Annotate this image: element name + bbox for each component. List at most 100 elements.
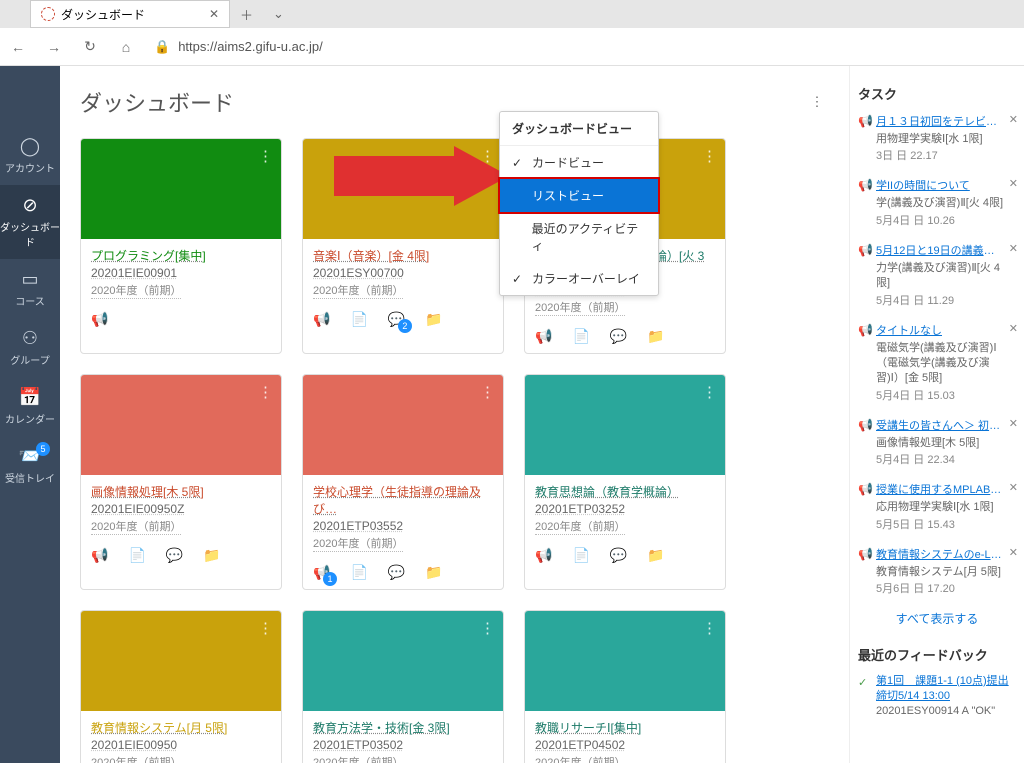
- menu-item-label: リストビュー: [532, 187, 604, 204]
- card-menu-button[interactable]: ⋮: [702, 619, 717, 637]
- home-button[interactable]: ⌂: [108, 29, 144, 65]
- card-colorband: ⋮: [525, 375, 725, 475]
- dismiss-icon[interactable]: ✕: [1009, 177, 1018, 190]
- tab-close-icon[interactable]: ✕: [209, 7, 219, 21]
- reload-button[interactable]: ↻: [72, 29, 108, 65]
- menu-item-3[interactable]: ✓ カラーオーバーレイ: [500, 262, 658, 295]
- files-icon[interactable]: 📁: [647, 547, 664, 564]
- tabs-chevron-icon[interactable]: ⌄: [263, 6, 294, 22]
- feedback-link[interactable]: 第1回 課題1-1 (10点)提出締切5/14 13:00: [876, 674, 1016, 705]
- sidenav-item-5[interactable]: 📨 受信トレイ 5: [0, 436, 60, 495]
- card-term: 2020年度（前期）: [535, 518, 625, 535]
- sidenav-item-1[interactable]: ⊘ ダッシュボード: [0, 185, 60, 259]
- url-box[interactable]: 🔒 https://aims2.gifu-u.ac.jp/: [154, 39, 1024, 55]
- announce-icon: 📢: [858, 178, 873, 192]
- card-title[interactable]: 学校心理学（生徒指導の理論及び…: [313, 483, 493, 517]
- assignment-icon[interactable]: 📄: [350, 564, 367, 581]
- card-code[interactable]: 20201ETP03252: [535, 502, 715, 516]
- card-menu-button[interactable]: ⋮: [702, 383, 717, 401]
- dismiss-icon[interactable]: ✕: [1009, 113, 1018, 126]
- card-code[interactable]: 20201ESY00700: [313, 266, 493, 280]
- card-code[interactable]: 20201ETP04502: [535, 738, 715, 752]
- course-card: ⋮ 画像情報処理[木 5限] 20201EIE00950Z 2020年度（前期）…: [80, 374, 282, 590]
- card-title[interactable]: 音楽Ⅰ（音楽）[金 4限]: [313, 247, 493, 264]
- card-code[interactable]: 20201EIE00950Z: [91, 502, 271, 516]
- card-title[interactable]: 教職リサーチⅠ[集中]: [535, 719, 715, 736]
- sidenav-item-4[interactable]: 📅 カレンダー: [0, 377, 60, 436]
- menu-item-0[interactable]: ✓ カードビュー: [500, 146, 658, 179]
- card-actions: 📢 📄 💬 📁: [525, 539, 725, 572]
- course-card: ⋮ 教育思想論（教育学概論） 20201ETP03252 2020年度（前期） …: [524, 374, 726, 590]
- announce-icon[interactable]: 📢: [91, 311, 108, 328]
- card-title[interactable]: プログラミング[集中]: [91, 247, 271, 264]
- card-colorband: ⋮: [525, 611, 725, 711]
- task-link[interactable]: 5月12日と19日の講義につ…: [876, 242, 1004, 258]
- sidenav-icon: ◯: [0, 136, 60, 157]
- card-menu-button[interactable]: ⋮: [258, 619, 273, 637]
- new-tab-button[interactable]: ＋: [230, 5, 263, 24]
- discussion-icon[interactable]: 💬: [388, 564, 405, 581]
- card-code[interactable]: 20201ETP03502: [313, 738, 493, 752]
- files-icon[interactable]: 📁: [425, 564, 442, 581]
- sidenav-item-3[interactable]: ⚇ グループ: [0, 318, 60, 377]
- assignment-icon[interactable]: 📄: [350, 311, 367, 328]
- task-link[interactable]: 授業に使用するMPLABとx…: [876, 481, 1004, 497]
- discussion-icon[interactable]: 💬2: [388, 311, 405, 328]
- card-title[interactable]: 画像情報処理[木 5限]: [91, 483, 271, 500]
- sidenav-item-2[interactable]: ▭ コース: [0, 259, 60, 318]
- card-colorband: ⋮: [81, 375, 281, 475]
- browser-tab[interactable]: ダッシュボード ✕: [30, 0, 230, 28]
- card-title[interactable]: 教育思想論（教育学概論）: [535, 483, 715, 500]
- dashboard-menu-button[interactable]: ⋮: [805, 90, 829, 114]
- card-term: 2020年度（前期）: [91, 282, 181, 299]
- dismiss-icon[interactable]: ✕: [1009, 417, 1018, 430]
- files-icon[interactable]: 📁: [425, 311, 442, 328]
- card-title[interactable]: 教育情報システム[月 5限]: [91, 719, 271, 736]
- sidenav-item-0[interactable]: ◯ アカウント: [0, 126, 60, 185]
- announce-icon[interactable]: 📢1: [313, 564, 330, 581]
- card-code[interactable]: 20201ETP03552: [313, 519, 493, 533]
- task-link[interactable]: 学IIの時間について: [876, 177, 1004, 193]
- files-icon[interactable]: 📁: [203, 547, 220, 564]
- assignment-icon[interactable]: 📄: [572, 547, 589, 564]
- assignment-icon[interactable]: 📄: [128, 547, 145, 564]
- announce-icon[interactable]: 📢: [535, 547, 552, 564]
- card-menu-button[interactable]: ⋮: [480, 619, 495, 637]
- menu-item-1[interactable]: リストビュー: [500, 179, 658, 212]
- task-link[interactable]: 月１３日初回をテレビ会…: [876, 113, 1004, 129]
- tab-title: ダッシュボード: [61, 6, 145, 23]
- card-title[interactable]: 教育方法学・技術[金 3限]: [313, 719, 493, 736]
- card-menu-button[interactable]: ⋮: [258, 383, 273, 401]
- assignment-icon[interactable]: 📄: [572, 328, 589, 345]
- files-icon[interactable]: 📁: [647, 328, 664, 345]
- task-time: 5月5日 日 15.43: [876, 519, 955, 531]
- back-button[interactable]: ←: [0, 29, 36, 65]
- dashboard-view-menu: ダッシュボードビュー ✓ カードビュー リストビュー 最近のアクティビティ ✓ …: [499, 111, 659, 296]
- card-code[interactable]: 20201EIE00901: [91, 266, 271, 280]
- sidenav-icon: 📅: [0, 387, 60, 408]
- task-meta: 教育情報システム[月 5限]: [876, 565, 1004, 580]
- announce-icon[interactable]: 📢: [91, 547, 108, 564]
- forward-button[interactable]: →: [36, 29, 72, 65]
- dismiss-icon[interactable]: ✕: [1009, 481, 1018, 494]
- announce-icon[interactable]: 📢: [313, 311, 330, 328]
- task-link[interactable]: 教育情報システムのe-Lear…: [876, 546, 1004, 562]
- card-menu-button[interactable]: ⋮: [480, 383, 495, 401]
- menu-item-2[interactable]: 最近のアクティビティ: [500, 212, 658, 262]
- card-code[interactable]: 20201EIE00950: [91, 738, 271, 752]
- show-all-link[interactable]: すべて表示する: [858, 610, 1016, 627]
- card-term: 2020年度（前期）: [91, 518, 181, 535]
- task-link[interactable]: 受講生の皆さんへ＞ 初回講…: [876, 417, 1004, 433]
- dismiss-icon[interactable]: ✕: [1009, 546, 1018, 559]
- card-menu-button[interactable]: ⋮: [702, 147, 717, 165]
- task-meta: 学(講義及び演習)Ⅱ[火 4限]: [876, 196, 1004, 211]
- sidenav-label: 受信トレイ: [5, 474, 55, 485]
- task-link[interactable]: タイトルなし: [876, 322, 1004, 338]
- discussion-icon[interactable]: 💬: [610, 547, 627, 564]
- card-menu-button[interactable]: ⋮: [258, 147, 273, 165]
- discussion-icon[interactable]: 💬: [166, 547, 183, 564]
- dismiss-icon[interactable]: ✕: [1009, 242, 1018, 255]
- announce-icon[interactable]: 📢: [535, 328, 552, 345]
- discussion-icon[interactable]: 💬: [610, 328, 627, 345]
- dismiss-icon[interactable]: ✕: [1009, 322, 1018, 335]
